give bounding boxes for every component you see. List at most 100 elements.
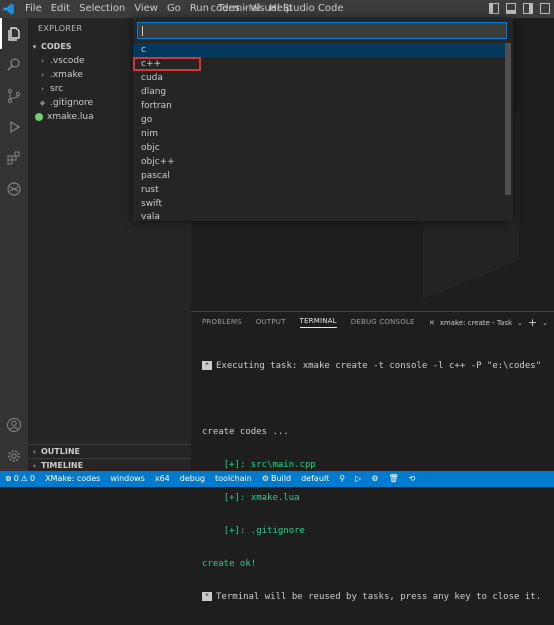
terminal-toolbar: ✕ xmake: create - Task ⌄ + ⌄ [429,316,548,329]
run-debug-icon[interactable] [0,111,28,142]
workspace-root-label: CODES [41,42,72,51]
build-label: Build [271,474,292,483]
timeline-section[interactable]: › TIMELINE [28,458,191,472]
xmake-target-status[interactable]: default [296,471,334,487]
menu-terminal[interactable]: Terminal [218,0,260,18]
tab-debug-console[interactable]: DEBUG CONSOLE [351,318,415,326]
language-quick-pick: c c++ cuda dlang fortran go nim objc obj… [133,18,513,221]
toggle-panel-icon[interactable] [506,3,516,14]
explorer-icon[interactable] [0,18,28,49]
tree-item-label: .xmake [50,70,83,80]
task-marker-icon: * [202,361,212,370]
xmake-arch-status[interactable]: x64 [150,471,175,487]
chevron-right-icon: › [41,57,44,65]
terminal-text: [+]: .gitignore [223,526,305,536]
option-cuda[interactable]: cuda [133,71,505,85]
terminal-text: Executing task: xmake create -t console … [216,361,542,371]
terminal-text: [+]: xmake.lua [223,493,300,503]
xmake-build-button[interactable]: ⚙ Build [257,471,296,487]
clean-icon[interactable]: 🗑 [383,471,403,487]
tab-output[interactable]: OUTPUT [256,318,286,326]
menu-file[interactable]: File [25,0,42,18]
terminal-line: * Terminal will be reused by tasks, press… [202,592,541,603]
menu-run[interactable]: Run [190,0,209,18]
rebuild-icon[interactable]: ⟲ [404,471,421,487]
terminal-text: create codes ... [202,427,289,437]
terminal-text: Terminal will be reused by tasks, press … [216,592,542,602]
menu-go[interactable]: Go [167,0,181,18]
outline-label: OUTLINE [41,446,80,456]
chevron-right-icon: › [33,447,36,456]
menu-view[interactable]: View [134,0,158,18]
tree-item-label: src [50,84,64,94]
debug-icon[interactable]: ⚲ [334,471,350,487]
toggle-secondary-sidebar-icon[interactable] [523,3,533,14]
terminal-line: create codes ... [202,427,541,438]
option-swift[interactable]: swift [133,197,505,211]
terminal-text: [+]: src\main.cpp [223,460,316,470]
run-icon[interactable]: ▷ [350,471,366,487]
problems-status[interactable]: ⊗ 0 ⚠ 0 [0,471,40,487]
terminal-line: create ok! [202,559,541,570]
chevron-right-icon: › [41,71,44,79]
customize-layout-icon[interactable] [540,3,550,14]
extensions-icon[interactable] [0,142,28,173]
xmake-project-status[interactable]: XMake: codes [40,471,105,487]
option-dlang[interactable]: dlang [133,85,505,99]
option-pascal[interactable]: pascal [133,169,505,183]
account-icon[interactable] [0,409,28,440]
chevron-down-icon[interactable]: ⌄ [517,319,523,327]
toggle-sidebar-icon[interactable] [489,3,499,14]
xmake-platform-status[interactable]: windows [105,471,150,487]
add-terminal-icon[interactable]: + [528,316,537,329]
option-fortran[interactable]: fortran [133,99,505,113]
task-terminal-label[interactable]: xmake: create - Task [440,319,512,327]
quick-pick-scrollbar[interactable] [505,43,511,195]
warning-count: 0 [29,474,36,483]
menu-edit[interactable]: Edit [51,0,70,18]
search-icon[interactable] [0,49,28,80]
option-objc[interactable]: objc [133,141,505,155]
settings-icon[interactable]: ⚙ [366,471,383,487]
tab-problems[interactable]: PROBLEMS [202,318,242,326]
xmake-icon[interactable] [0,173,28,204]
tree-item-label: .gitignore [50,98,94,108]
tree-item-label: .vscode [50,56,85,66]
menu-help[interactable]: Help [269,0,292,18]
option-cpp[interactable]: c++ [133,57,201,71]
status-bar: ⊗ 0 ⚠ 0 XMake: codes windows x64 debug too… [0,471,554,487]
option-nim[interactable]: nim [133,127,505,141]
terminal-line: [+]: .gitignore [202,526,541,537]
chevron-down-icon[interactable]: ⌄ [542,319,548,327]
terminal-line: [+]: src\main.cpp [202,460,541,471]
xmake-mode-status[interactable]: debug [175,471,210,487]
activity-bar [0,18,28,471]
option-go[interactable]: go [133,113,505,127]
tab-terminal[interactable]: TERMINAL [299,317,337,328]
option-c[interactable]: c [133,43,505,57]
tree-item-label: xmake.lua [47,112,94,122]
source-control-icon[interactable] [0,80,28,111]
xmake-toolchain-status[interactable]: toolchain [210,471,257,487]
quick-pick-input[interactable] [137,22,507,39]
outline-section[interactable]: › OUTLINE [28,444,191,458]
warning-icon: ⚠ [20,474,28,483]
option-objcpp[interactable]: objc++ [133,155,505,169]
title-bar: File Edit Selection View Go Run Terminal… [0,0,554,18]
chevron-right-icon: › [41,85,44,93]
gear-icon: ⚙ [261,474,269,483]
tools-icon: ✕ [428,318,435,327]
option-vala[interactable]: vala [133,211,505,219]
terminal-line: [+]: xmake.lua [202,493,541,504]
terminal-line: * Executing task: xmake create -t console… [202,361,541,372]
layout-controls [489,3,550,14]
text-cursor [142,26,143,36]
chevron-down-icon: ▾ [32,43,37,51]
settings-gear-icon[interactable] [0,440,28,471]
quick-pick-list: c c++ cuda dlang fortran go nim objc obj… [133,43,505,219]
menu-selection[interactable]: Selection [79,0,125,18]
error-icon: ⊗ [5,474,12,483]
gitignore-file-icon: ◆ [39,99,46,107]
option-rust[interactable]: rust [133,183,505,197]
